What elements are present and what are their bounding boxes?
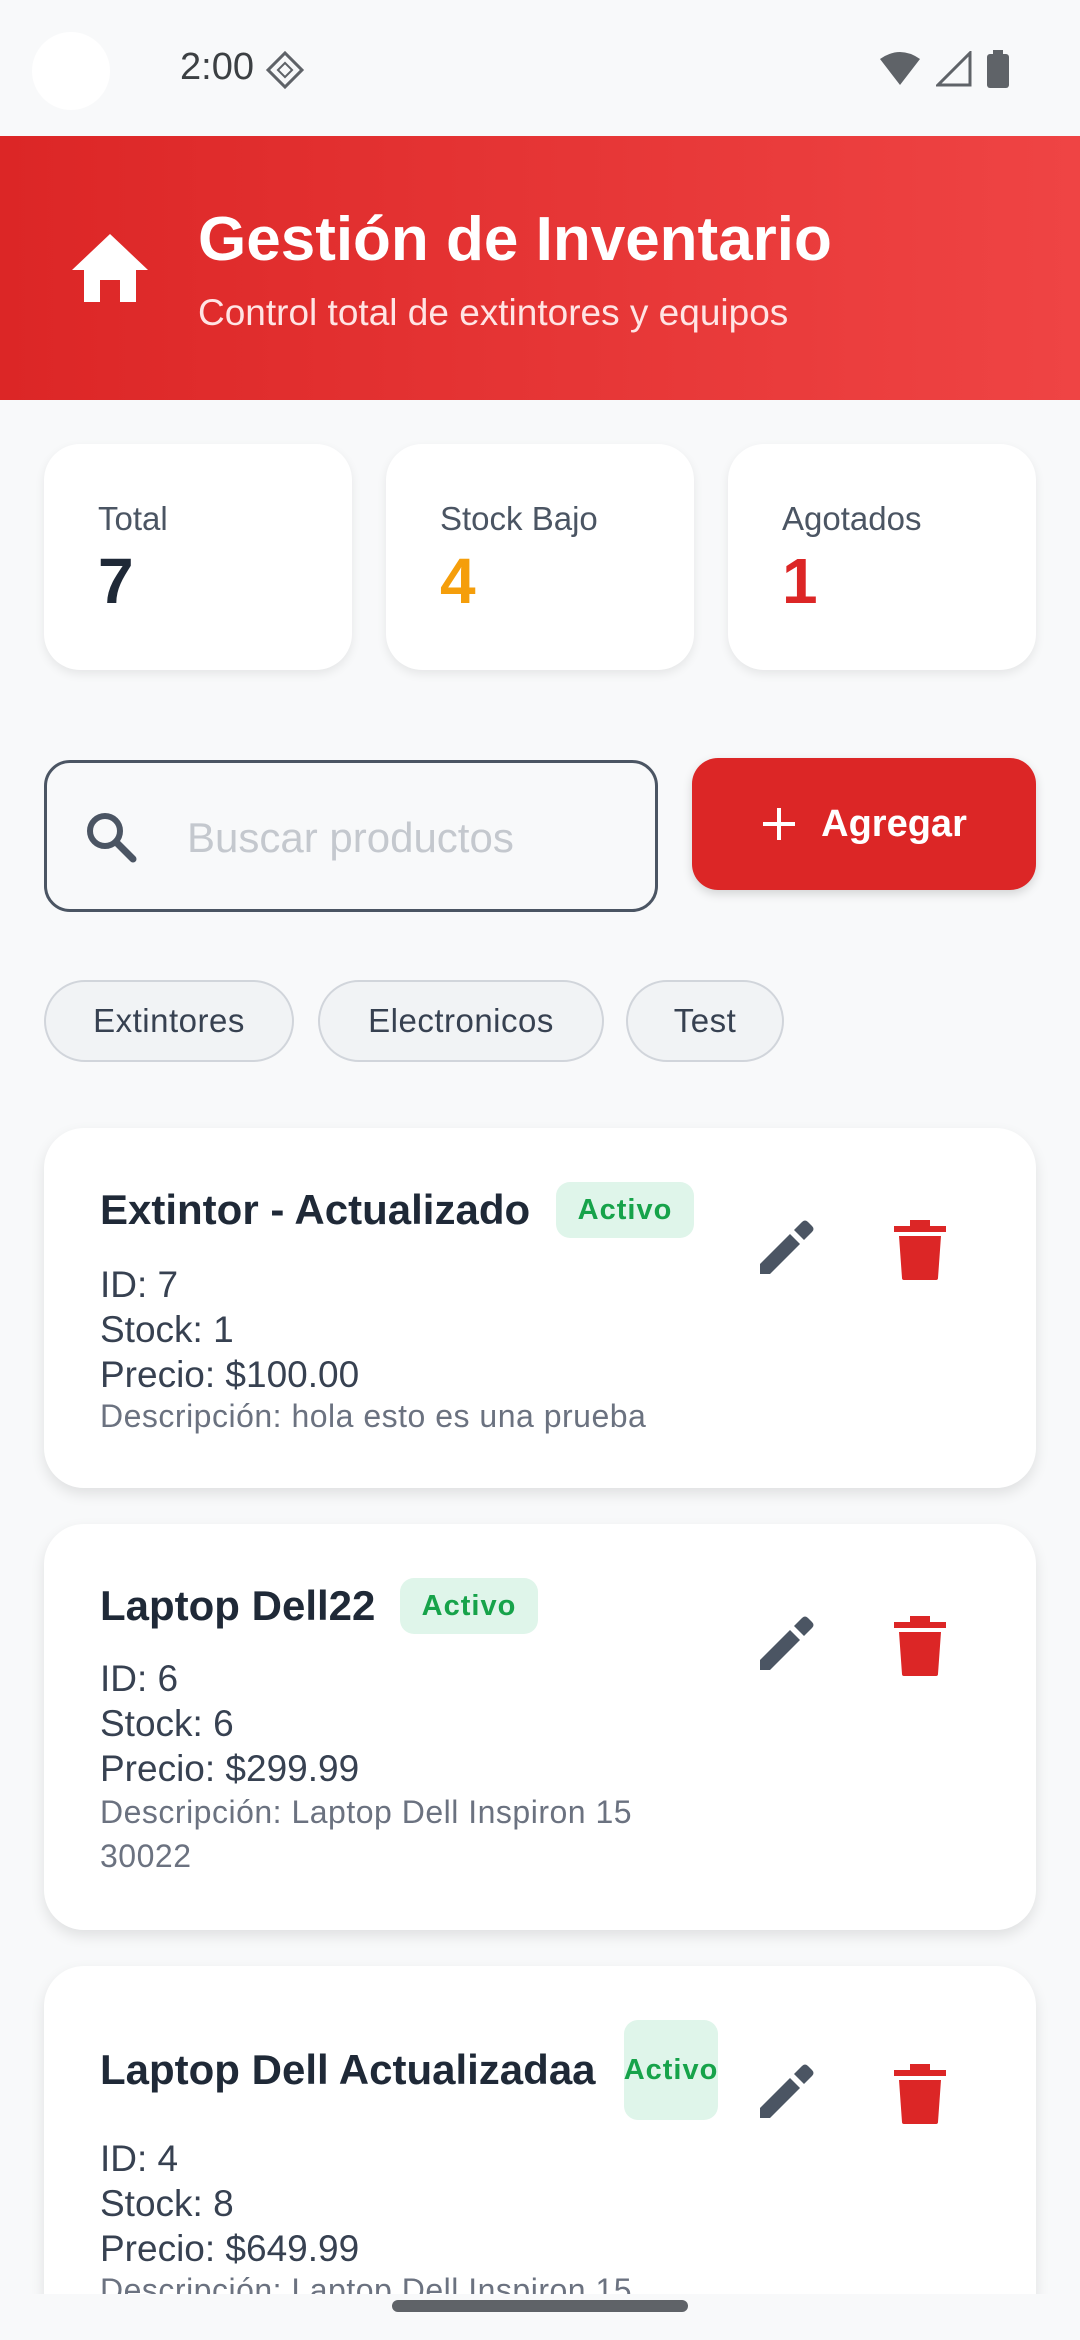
chip-extintores[interactable]: Extintores [44, 980, 294, 1062]
wifi-icon [880, 52, 920, 85]
chip-test[interactable]: Test [626, 980, 784, 1062]
search-input[interactable] [187, 803, 627, 873]
notification-icon [265, 50, 305, 90]
product-name: Laptop Dell Actualizadaa [100, 2046, 596, 2093]
stat-card-out-of-stock: Agotados 1 [728, 444, 1036, 670]
app-screen: 2:00 Gestión de Inventario Control total… [0, 0, 1080, 2340]
home-indicator[interactable] [392, 2300, 688, 2312]
camera-cutout [32, 32, 110, 110]
stat-card-low-stock: Stock Bajo 4 [386, 444, 694, 670]
edit-icon[interactable] [754, 1218, 814, 1278]
search-box[interactable] [44, 760, 658, 912]
product-name: Extintor - Actualizado [100, 1186, 531, 1233]
stat-label: Agotados [782, 500, 922, 537]
add-product-button[interactable]: Agregar [692, 758, 1036, 890]
signal-icon [936, 51, 972, 87]
stat-value: 4 [440, 545, 476, 617]
product-card: Laptop Dell Actualizadaa Activo ID: 4 St… [44, 1966, 1036, 2340]
delete-icon[interactable] [894, 1220, 946, 1280]
edit-icon[interactable] [754, 2062, 814, 2122]
product-stock: Stock: 6 [100, 1703, 234, 1744]
page-title: Gestión de Inventario [198, 205, 832, 274]
product-card: Laptop Dell22 Activo ID: 6 Stock: 6 Prec… [44, 1524, 1036, 1930]
stat-value: 1 [782, 545, 818, 617]
stat-card-total: Total 7 [44, 444, 352, 670]
edit-icon[interactable] [754, 1614, 814, 1674]
delete-icon[interactable] [894, 2064, 946, 2124]
product-card: Extintor - Actualizado Activo ID: 7 Stoc… [44, 1128, 1036, 1488]
product-id: ID: 6 [100, 1658, 179, 1699]
stat-label: Stock Bajo [440, 500, 598, 537]
product-id: ID: 7 [100, 1264, 179, 1305]
product-name: Laptop Dell22 [100, 1582, 376, 1629]
product-stock: Stock: 1 [100, 1309, 234, 1350]
status-bar: 2:00 [0, 0, 1080, 136]
search-icon [87, 813, 137, 863]
chip-electronicos[interactable]: Electronicos [318, 980, 604, 1062]
page-subtitle: Control total de extintores y equipos [198, 292, 789, 333]
product-stock: Stock: 8 [100, 2183, 234, 2224]
product-price: Precio: $100.00 [100, 1354, 360, 1395]
home-icon[interactable] [70, 232, 150, 304]
status-icons [878, 50, 1010, 88]
product-price: Precio: $299.99 [100, 1748, 360, 1789]
status-badge: Activo [400, 1578, 538, 1634]
add-button-label: Agregar [821, 802, 967, 845]
app-header: Gestión de Inventario Control total de e… [0, 136, 1080, 400]
stat-label: Total [98, 500, 168, 537]
product-description: Descripción: hola esto es una prueba [100, 1398, 647, 1434]
product-price: Precio: $649.99 [100, 2228, 360, 2269]
plus-icon [763, 808, 796, 840]
status-badge: Activo [556, 1182, 694, 1238]
battery-icon [987, 50, 1009, 88]
product-description: Descripción: Laptop Dell Inspiron 15 300… [100, 1794, 633, 1874]
status-badge: Activo [624, 2020, 718, 2120]
product-id: ID: 4 [100, 2138, 179, 2179]
delete-icon[interactable] [894, 1616, 946, 1676]
stat-value: 7 [98, 545, 134, 617]
status-time: 2:00 [180, 46, 254, 88]
